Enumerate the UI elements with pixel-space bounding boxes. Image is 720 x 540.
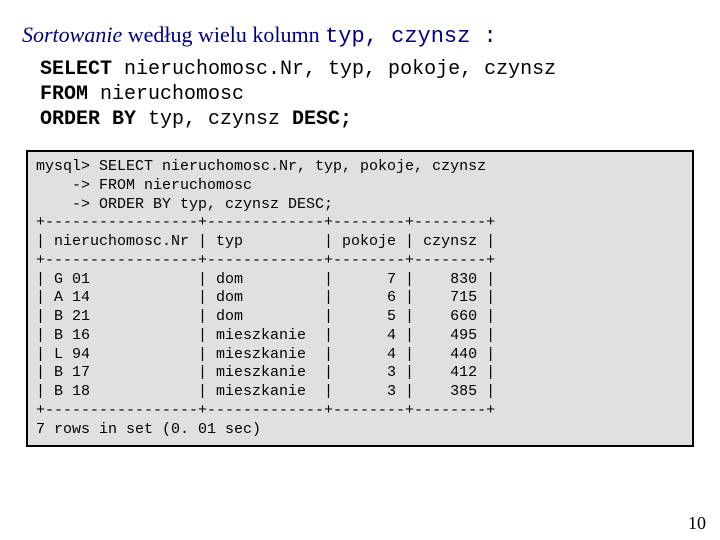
sql-query-block: SELECT nieruchomosc.Nr, typ, pokoje, czy… bbox=[40, 57, 698, 132]
terminal-separator: +-----------------+-------------+-------… bbox=[36, 252, 495, 269]
terminal-footer: 7 rows in set (0. 01 sec) bbox=[36, 421, 261, 438]
sql-keyword-select: SELECT bbox=[40, 58, 112, 81]
table-row: | G 01 | dom | 7 | 830 | bbox=[36, 271, 495, 288]
sql-line-3: ORDER BY typ, czynsz DESC; bbox=[40, 107, 698, 132]
terminal-separator: +-----------------+-------------+-------… bbox=[36, 402, 495, 419]
table-row: | B 21 | dom | 5 | 660 | bbox=[36, 308, 495, 325]
mysql-terminal-output: mysql> SELECT nieruchomosc.Nr, typ, poko… bbox=[26, 150, 694, 447]
sql-keyword-from: FROM bbox=[40, 83, 88, 106]
terminal-separator: +-----------------+-------------+-------… bbox=[36, 214, 495, 231]
sql-line-2: FROM nieruchomosc bbox=[40, 82, 698, 107]
title-keyword: Sortowanie bbox=[22, 22, 122, 47]
slide-title: Sortowanie według wielu kolumn typ, czyn… bbox=[22, 22, 698, 49]
terminal-prompt-3: -> ORDER BY typ, czynsz DESC; bbox=[36, 196, 333, 213]
terminal-prompt-1: mysql> SELECT nieruchomosc.Nr, typ, poko… bbox=[36, 158, 486, 175]
title-columns: typ, czynsz : bbox=[325, 24, 497, 49]
sql-order-cols: typ, czynsz bbox=[136, 108, 292, 131]
slide-page: Sortowanie według wielu kolumn typ, czyn… bbox=[0, 0, 720, 457]
sql-from-table: nieruchomosc bbox=[88, 83, 244, 106]
table-row: | B 17 | mieszkanie | 3 | 412 | bbox=[36, 364, 495, 381]
sql-keyword-desc: DESC; bbox=[292, 108, 352, 131]
table-row: | B 16 | mieszkanie | 4 | 495 | bbox=[36, 327, 495, 344]
sql-line-1: SELECT nieruchomosc.Nr, typ, pokoje, czy… bbox=[40, 57, 698, 82]
terminal-prompt-2: -> FROM nieruchomosc bbox=[36, 177, 252, 194]
table-row: | B 18 | mieszkanie | 3 | 385 | bbox=[36, 383, 495, 400]
table-row: | A 14 | dom | 6 | 715 | bbox=[36, 289, 495, 306]
title-rest: według wielu kolumn bbox=[122, 22, 325, 47]
table-row: | L 94 | mieszkanie | 4 | 440 | bbox=[36, 346, 495, 363]
sql-select-cols: nieruchomosc.Nr, typ, pokoje, czynsz bbox=[112, 58, 556, 81]
terminal-header-row: | nieruchomosc.Nr | typ | pokoje | czyns… bbox=[36, 233, 495, 250]
sql-keyword-orderby: ORDER BY bbox=[40, 108, 136, 131]
page-number: 10 bbox=[688, 513, 706, 534]
